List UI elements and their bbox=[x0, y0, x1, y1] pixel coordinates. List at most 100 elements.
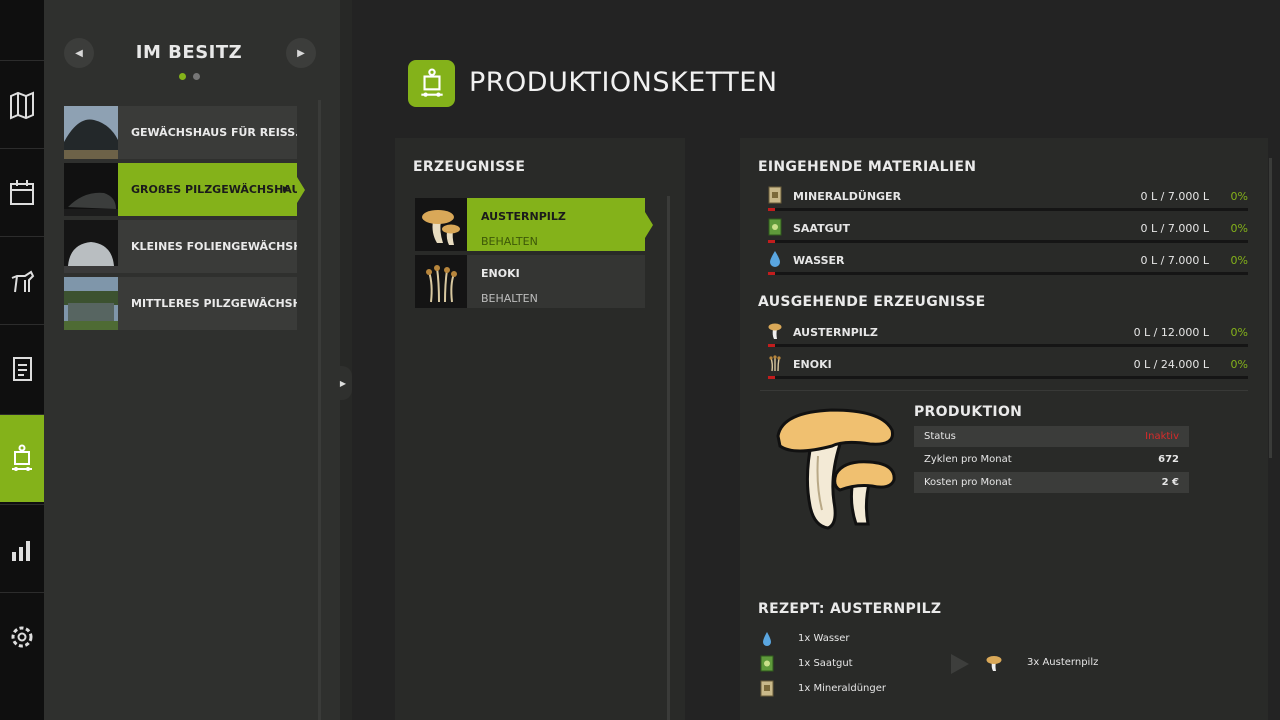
product-item-selected[interactable]: AUSTERNPILZ BEHALTEN bbox=[415, 198, 653, 251]
products-panel: ERZEUGNISSE AUSTERNPILZ BEHALTEN ENOKI B… bbox=[395, 138, 685, 720]
product-output-name: ENOKI bbox=[793, 358, 832, 371]
costs-label: Kosten pro Monat bbox=[924, 477, 1012, 488]
greenhouse-thumbnail bbox=[64, 277, 118, 330]
oyster-mushroom-icon bbox=[986, 656, 1002, 671]
owned-scrollbar[interactable] bbox=[318, 100, 321, 720]
rail-animals-button[interactable] bbox=[0, 236, 44, 324]
oyster-mushroom-icon bbox=[768, 323, 782, 339]
product-output-name: AUSTERNPILZ bbox=[793, 326, 878, 339]
production-title: PRODUKTION bbox=[914, 404, 1023, 420]
outgoing-row: ENOKI 0 L / 24.000 L 0% bbox=[768, 354, 1248, 386]
fertilizer-icon bbox=[760, 680, 774, 697]
status-label: Status bbox=[924, 431, 956, 442]
chevron-right-icon: ▶ bbox=[282, 184, 289, 193]
panel-splitter bbox=[340, 0, 352, 720]
products-scrollbar[interactable] bbox=[667, 196, 670, 720]
fill-level-bar bbox=[768, 272, 1248, 275]
rail-settings-button[interactable] bbox=[0, 592, 44, 680]
production-chains-icon bbox=[408, 60, 455, 107]
owned-item-label: GEWÄCHSHAUS FÜR REISS... bbox=[131, 126, 297, 139]
outgoing-row: AUSTERNPILZ 0 L / 12.000 L 0% bbox=[768, 322, 1248, 354]
costs-row: Kosten pro Monat 2 € bbox=[914, 472, 1189, 493]
material-percent: 0% bbox=[1230, 222, 1248, 235]
cycles-value: 672 bbox=[1158, 454, 1179, 465]
production-icon bbox=[12, 444, 32, 471]
greenhouse-thumbnail bbox=[64, 220, 118, 273]
product-output-amount: 0 L / 24.000 L bbox=[1133, 358, 1209, 371]
material-percent: 0% bbox=[1230, 190, 1248, 203]
rail-calendar-button[interactable] bbox=[0, 148, 44, 236]
greenhouse-thumbnail bbox=[64, 106, 118, 159]
product-name: ENOKI bbox=[481, 267, 520, 280]
recipe-output: 3x Austernpilz bbox=[986, 654, 1186, 672]
page-title: PRODUKTIONSKETTEN bbox=[469, 67, 778, 98]
fill-level-bar bbox=[768, 240, 1248, 243]
collapse-panel-button[interactable]: ▶ bbox=[334, 366, 352, 400]
recipe-input: 1x Saatgut bbox=[760, 655, 960, 673]
products-title: ERZEUGNISSE bbox=[413, 159, 526, 175]
animals-icon bbox=[11, 270, 35, 292]
owned-item-label: MITTLERES PILZGEWÄCHSH... bbox=[131, 297, 297, 310]
material-name: MINERALDÜNGER bbox=[793, 190, 902, 203]
owned-item[interactable]: KLEINES FOLIENGEWÄCHSH... bbox=[64, 220, 297, 273]
owned-item[interactable]: MITTLERES PILZGEWÄCHSH... bbox=[64, 277, 297, 330]
product-name: AUSTERNPILZ bbox=[481, 210, 566, 223]
recipe-input: 1x Mineraldünger bbox=[760, 680, 960, 698]
rail-map-button[interactable] bbox=[0, 60, 44, 148]
chevron-right-icon: ▶ bbox=[339, 378, 347, 388]
cycles-row: Zyklen pro Monat 672 bbox=[914, 449, 1189, 470]
recipe-input-label: 1x Wasser bbox=[798, 633, 850, 644]
material-percent: 0% bbox=[1230, 254, 1248, 267]
water-drop-icon bbox=[770, 251, 780, 267]
fill-level-bar bbox=[768, 344, 1248, 347]
fill-level-bar bbox=[768, 208, 1248, 211]
calendar-icon bbox=[10, 179, 34, 205]
material-amount: 0 L / 7.000 L bbox=[1140, 222, 1209, 235]
section-divider bbox=[760, 390, 1248, 391]
seeds-icon bbox=[760, 655, 774, 672]
incoming-row: MINERALDÜNGER 0 L / 7.000 L 0% bbox=[768, 186, 1248, 218]
incoming-title: EINGEHENDE MATERIALIEN bbox=[758, 159, 977, 175]
outgoing-title: AUSGEHENDE ERZEUGNISSE bbox=[758, 294, 986, 310]
oyster-mushroom-icon bbox=[415, 198, 467, 251]
rail-production-button[interactable] bbox=[0, 414, 52, 502]
fertilizer-icon bbox=[768, 186, 782, 204]
product-item[interactable]: ENOKI BEHALTEN bbox=[415, 255, 645, 308]
status-row: Status Inaktiv bbox=[914, 426, 1189, 447]
product-output-percent: 0% bbox=[1230, 326, 1248, 339]
incoming-row: SAATGUT 0 L / 7.000 L 0% bbox=[768, 218, 1248, 250]
next-page-button[interactable]: ▶ bbox=[286, 38, 316, 68]
map-icon bbox=[10, 90, 34, 120]
material-amount: 0 L / 7.000 L bbox=[1140, 190, 1209, 203]
owned-item-label: GROßES PILZGEWÄCHSHAUS bbox=[131, 183, 297, 196]
greenhouse-thumbnail bbox=[64, 163, 118, 216]
details-panel: EINGEHENDE MATERIALIEN MINERALDÜNGER 0 L… bbox=[740, 138, 1272, 720]
material-amount: 0 L / 7.000 L bbox=[1140, 254, 1209, 267]
page-indicator bbox=[179, 73, 200, 80]
recipe-input: 1x Wasser bbox=[760, 630, 960, 648]
oyster-mushroom-illustration bbox=[776, 408, 896, 530]
material-name: WASSER bbox=[793, 254, 845, 267]
page-dot-active[interactable] bbox=[179, 73, 186, 80]
owned-item[interactable]: GEWÄCHSHAUS FÜR REISS... bbox=[64, 106, 297, 159]
details-scrollbar[interactable] bbox=[1269, 158, 1272, 458]
chevron-right-icon: ▶ bbox=[297, 47, 305, 59]
water-drop-icon bbox=[763, 632, 771, 646]
recipe-input-label: 1x Saatgut bbox=[798, 658, 853, 669]
material-name: SAATGUT bbox=[793, 222, 851, 235]
contracts-icon bbox=[13, 356, 32, 381]
seeds-icon bbox=[768, 218, 782, 236]
recipe-title: REZEPT: AUSTERNPILZ bbox=[758, 601, 942, 617]
rail-contracts-button[interactable] bbox=[0, 324, 44, 412]
owned-item-selected[interactable]: GROßES PILZGEWÄCHSHAUS ▶ bbox=[64, 163, 305, 216]
product-output-percent: 0% bbox=[1230, 358, 1248, 371]
owned-panel: ◀ IM BESITZ ▶ GEWÄCHSHAUS FÜR REISS... G… bbox=[44, 0, 340, 720]
fill-level-bar bbox=[768, 376, 1248, 379]
rail-statistics-button[interactable] bbox=[0, 504, 44, 592]
production-table: Status Inaktiv Zyklen pro Monat 672 Kost… bbox=[914, 426, 1189, 495]
product-output-amount: 0 L / 12.000 L bbox=[1133, 326, 1209, 339]
status-value: Inaktiv bbox=[1145, 431, 1179, 442]
enoki-mushroom-icon bbox=[415, 255, 467, 308]
page-dot[interactable] bbox=[193, 73, 200, 80]
recipe-input-label: 1x Mineraldünger bbox=[798, 683, 887, 694]
